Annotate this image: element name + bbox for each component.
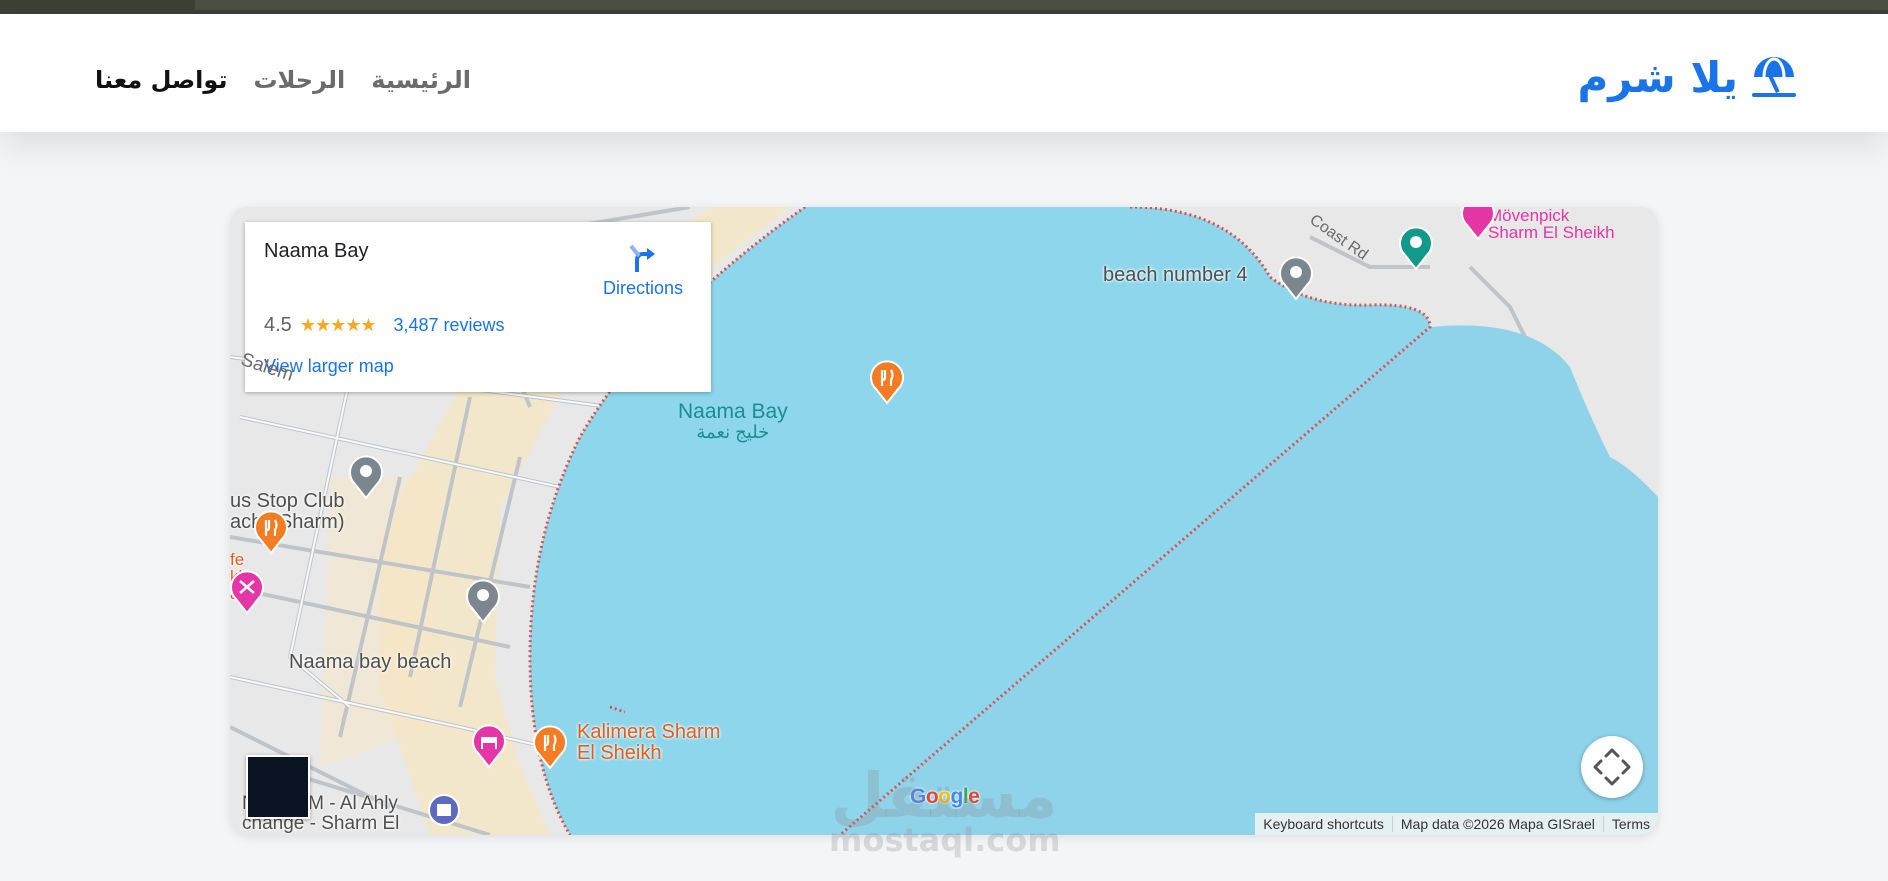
move-arrows-icon — [1593, 748, 1631, 786]
bay-label-ar: خليج نعمة — [696, 422, 770, 442]
terms-link[interactable]: Terms — [1602, 816, 1658, 832]
directions-button[interactable]: Directions — [603, 242, 683, 299]
beach-number-4-pin-icon[interactable] — [1277, 255, 1315, 301]
browser-top-strip — [0, 0, 1888, 14]
place-title: Naama Bay — [264, 240, 369, 262]
mostaql-watermark: مستقل mostaql.com — [829, 759, 1061, 859]
kalimera-label: Kalimera Sharm El Sheikh — [577, 721, 721, 764]
watermark-arabic: مستقل — [830, 759, 1058, 832]
activity-pin-icon[interactable] — [230, 569, 266, 615]
watermark-english: mostaql.com — [829, 821, 1061, 859]
hotel-pin-icon[interactable] — [470, 723, 508, 769]
nav-contact[interactable]: تواصل معنا — [95, 66, 227, 94]
atm-pin-icon[interactable] — [427, 793, 461, 827]
bay-label: Naama Bay خليج نعمة — [678, 400, 788, 443]
place-pin-teal-icon[interactable] — [1397, 225, 1435, 271]
brand-logo[interactable]: يلا شرم — [1578, 52, 1799, 102]
kalimera-restaurant-pin-icon[interactable] — [531, 724, 569, 770]
naama-bay-beach-pin-icon[interactable] — [464, 578, 502, 624]
nav-trips[interactable]: الرحلات — [253, 66, 345, 94]
directions-label: Directions — [602, 278, 683, 298]
keyboard-shortcuts-link[interactable]: Keyboard shortcuts — [1255, 816, 1392, 832]
nav-home[interactable]: الرئيسية — [371, 66, 471, 94]
satellite-toggle-thumbnail[interactable] — [246, 755, 310, 819]
restaurant-pin-icon[interactable] — [868, 359, 906, 405]
nav-links: الرئيسية الرحلات تواصل معنا — [95, 66, 471, 94]
movenpick-label: Mövenpick Sharm El Sheikh — [1488, 207, 1615, 242]
map-embed[interactable]: Naama Bay Directions 4.5 ★★★★★ 3,487 rev… — [230, 207, 1658, 835]
beach-number-4-label: beach number 4 — [1103, 264, 1248, 286]
naama-bay-beach-label: Naama bay beach — [289, 651, 452, 673]
cafe-pin-icon[interactable] — [252, 509, 290, 555]
directions-icon — [629, 244, 655, 272]
rating-stars: ★★★★★ — [299, 315, 377, 335]
place-info-card: Naama Bay Directions 4.5 ★★★★★ 3,487 rev… — [245, 222, 711, 392]
beach-umbrella-icon — [1752, 57, 1796, 97]
hotel-pin-movenpick-icon[interactable] — [1459, 207, 1497, 241]
map-data-text: Map data ©2026 Mapa GISrael — [1391, 816, 1603, 832]
rating-row: 4.5 ★★★★★ 3,487 reviews — [264, 314, 505, 337]
bus-stop-club-pin-icon[interactable] — [347, 454, 385, 500]
reviews-link[interactable]: 3,487 reviews — [394, 315, 505, 336]
rating-value: 4.5 — [264, 314, 292, 336]
navbar: يلا شرم الرئيسية الرحلات تواصل معنا — [0, 14, 1888, 132]
top-strip-inner — [195, 0, 1888, 10]
bay-label-en: Naama Bay — [678, 400, 788, 423]
recenter-button[interactable] — [1581, 736, 1643, 798]
map-attribution-bar: Keyboard shortcuts Map data ©2026 Mapa G… — [1255, 813, 1658, 835]
brand-name: يلا شرم — [1577, 52, 1739, 102]
